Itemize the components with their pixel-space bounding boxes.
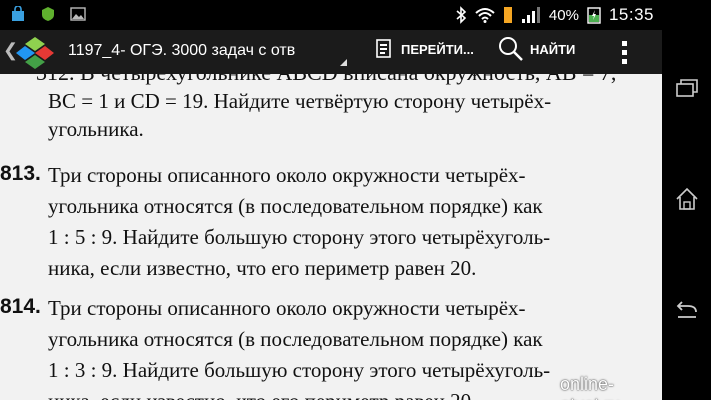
problem-813-number: 813. <box>0 162 41 185</box>
cut-off-line: 312. В четырёхугольнике ABCD вписана окр… <box>36 74 616 86</box>
goto-page-icon <box>376 39 391 58</box>
image-icon <box>70 7 86 21</box>
problem-814-number: 814. <box>0 295 41 318</box>
goto-label: ПЕРЕЙТИ... <box>401 41 474 57</box>
clock: 15:35 <box>608 5 654 24</box>
problem-813-line-2: угольника относятся (в последовательном … <box>48 194 543 218</box>
app-logo-icon[interactable] <box>16 35 54 69</box>
find-label: НАЙТИ <box>530 41 576 57</box>
document-page[interactable]: 312. В четырёхугольнике ABCD вписана окр… <box>0 74 662 400</box>
title-dropdown-icon[interactable] <box>340 59 347 66</box>
status-bar: 40% 15:35 <box>0 0 662 30</box>
battery-icon <box>587 7 601 24</box>
overflow-menu-icon[interactable] <box>614 38 634 66</box>
action-bar: ❮ 1197_4- ОГЭ. 3000 задач с отв ПЕРЕЙТИ.… <box>0 30 662 74</box>
search-icon <box>499 37 523 61</box>
shield-icon <box>42 7 54 21</box>
watermark: online-otvet.ru <box>560 374 620 400</box>
battery-percent: 40% <box>548 6 579 24</box>
shopping-bag-icon <box>12 6 24 21</box>
sim-icon <box>503 7 512 23</box>
system-nav-bar <box>662 0 711 400</box>
wifi-icon <box>475 8 495 23</box>
problem-813-line-1: Три стороны описанного около окружности … <box>48 163 526 187</box>
prev-problem-line-1: BC = 1 и CD = 19. Найдите четвёртую стор… <box>48 89 552 113</box>
find-button[interactable]: НАЙТИ <box>498 36 575 62</box>
signal-icon <box>521 7 540 23</box>
goto-button[interactable]: ПЕРЕЙТИ... <box>375 38 474 60</box>
problem-813-line-3: 1 : 5 : 9. Найдите большую сторону этого… <box>48 225 551 249</box>
bluetooth-icon <box>456 6 467 24</box>
problem-814-line-2: угольника относятся (в последовательном … <box>48 327 543 351</box>
document-title[interactable]: 1197_4- ОГЭ. 3000 задач с отв <box>68 42 344 60</box>
problem-814-line-4: ника, если известно, что его периметр ра… <box>48 388 476 400</box>
recent-apps-icon[interactable] <box>674 76 700 102</box>
problem-814-line-3: 1 : 3 : 9. Найдите большую сторону этого… <box>48 358 551 382</box>
home-icon[interactable] <box>674 186 700 212</box>
problem-813-line-4: ника, если известно, что его периметр ра… <box>48 256 477 280</box>
problem-814-line-1: Три стороны описанного около окружности … <box>48 296 526 320</box>
prev-problem-line-2: угольника. <box>48 117 144 141</box>
back-icon[interactable] <box>674 298 700 324</box>
